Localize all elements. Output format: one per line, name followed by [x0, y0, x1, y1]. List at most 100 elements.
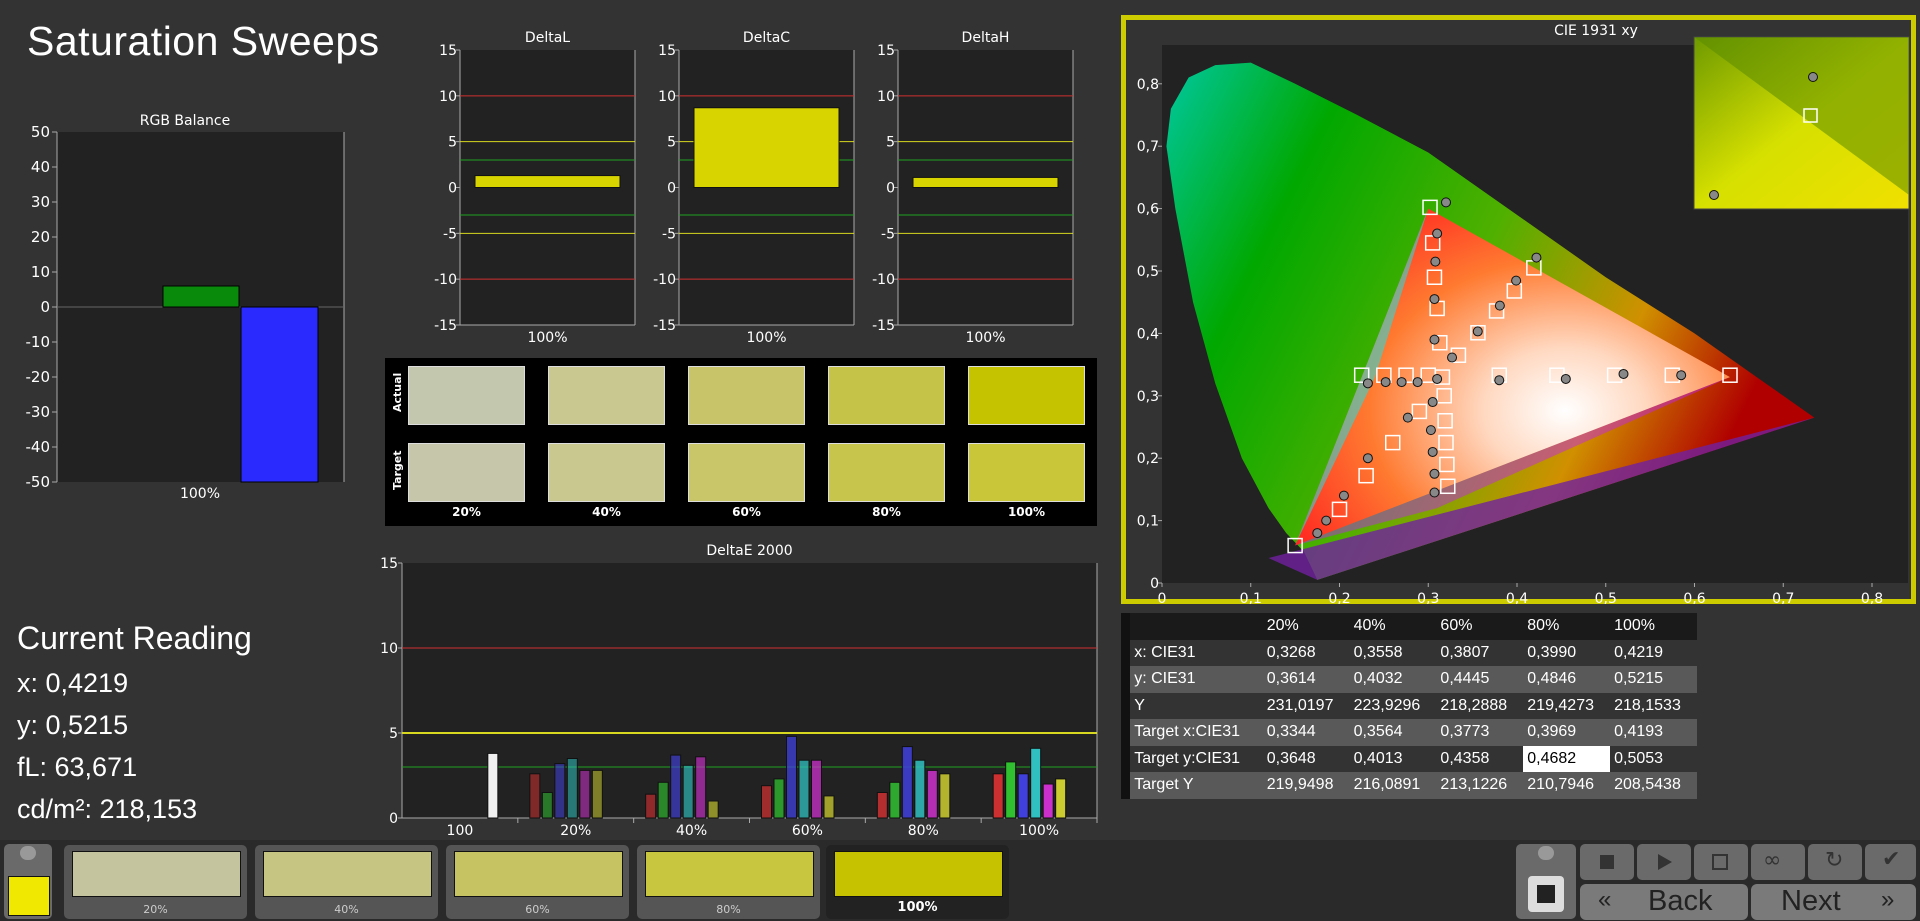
- ytick: -5: [443, 226, 457, 242]
- table-cell[interactable]: 231,0197: [1262, 692, 1350, 719]
- table-cell[interactable]: 0,5053: [1610, 745, 1697, 772]
- delta-e-title: DeltaE 2000: [706, 543, 792, 559]
- chevron-up-icon[interactable]: [20, 846, 36, 860]
- table-cell[interactable]: 0,4682: [1523, 745, 1611, 772]
- ytick: 5: [389, 726, 398, 742]
- table-cell[interactable]: 0,3344: [1262, 719, 1350, 746]
- row-label: y: CIE31: [1130, 666, 1263, 693]
- ytick: -15: [653, 318, 676, 334]
- group-label: 100%: [1019, 823, 1059, 839]
- table-cell[interactable]: 0,4032: [1349, 666, 1437, 693]
- stop-measure-button[interactable]: [1580, 844, 1634, 880]
- rgb-ytick: 20: [31, 228, 50, 246]
- table-cell[interactable]: 0,3969: [1523, 719, 1611, 746]
- table-cell[interactable]: 0,5215: [1610, 666, 1697, 693]
- measured-point: [1494, 300, 1505, 311]
- sweep-thumbnail[interactable]: 80%: [637, 845, 820, 919]
- measured-point: [1531, 252, 1542, 263]
- loop-button[interactable]: ∞: [1751, 844, 1805, 880]
- delta-e-bar: [926, 769, 938, 819]
- ytick: -10: [434, 272, 457, 288]
- table-cell[interactable]: 0,3558: [1349, 639, 1437, 666]
- chart-title: DeltaH: [962, 30, 1010, 46]
- swatch-label: 20%: [452, 505, 481, 519]
- inset-measured-point: [1709, 190, 1719, 200]
- table-cell[interactable]: 0,4193: [1610, 719, 1697, 746]
- table-cell[interactable]: 0,3614: [1262, 666, 1350, 693]
- y-tick: 0,4: [1137, 326, 1159, 342]
- delta-e-bar: [579, 769, 591, 819]
- sweep-thumbnail[interactable]: 20%: [64, 845, 247, 919]
- step-button[interactable]: [1694, 844, 1748, 880]
- actual-label: Actual: [391, 372, 404, 412]
- stop-icon: [1537, 885, 1555, 903]
- y-tick: 0,2: [1137, 451, 1159, 467]
- chevron-up-icon[interactable]: [1538, 846, 1554, 860]
- current-fl: fL: 63,671: [17, 752, 138, 782]
- delta-e-bar: [529, 773, 541, 819]
- target-swatch: [968, 443, 1085, 502]
- table-cell[interactable]: 219,9498: [1262, 772, 1350, 799]
- table-cell[interactable]: 0,3990: [1523, 639, 1611, 666]
- table-cell[interactable]: 0,4445: [1436, 666, 1524, 693]
- table-cell[interactable]: 219,4273: [1523, 692, 1611, 719]
- table-cell[interactable]: 213,1226: [1436, 772, 1524, 799]
- target-swatch: [688, 443, 805, 502]
- table-cell[interactable]: 0,4358: [1436, 745, 1524, 772]
- refresh-button[interactable]: ↻: [1808, 844, 1862, 880]
- table-cell[interactable]: 0,4219: [1610, 639, 1697, 666]
- confirm-button[interactable]: ✔: [1865, 844, 1916, 880]
- table-cell[interactable]: 216,0891: [1349, 772, 1437, 799]
- table-cell[interactable]: 0,4846: [1523, 666, 1611, 693]
- back-button[interactable]: « Back: [1580, 884, 1748, 920]
- rgb-ytick: 40: [31, 158, 50, 176]
- y-tick: 0,1: [1137, 514, 1159, 530]
- y-tick: 0,8: [1137, 77, 1159, 93]
- delta-e-bar: [1055, 778, 1067, 819]
- measured-point: [1676, 370, 1687, 381]
- row-label: Target y:CIE31: [1130, 745, 1263, 772]
- table-cell[interactable]: 0,3773: [1436, 719, 1524, 746]
- table-cell[interactable]: 208,5438: [1610, 772, 1697, 799]
- table-cell[interactable]: 218,1533: [1610, 692, 1697, 719]
- actual-swatch: [688, 366, 805, 425]
- group-label: 80%: [908, 823, 939, 839]
- chart-title: DeltaC: [743, 30, 790, 46]
- stop-button[interactable]: [1528, 876, 1564, 912]
- x-tick: 0,6: [1683, 591, 1705, 604]
- table-cell[interactable]: 0,4013: [1349, 745, 1437, 772]
- table-cell[interactable]: 0,3268: [1262, 639, 1350, 666]
- measured-point: [1412, 377, 1423, 388]
- thumbnail-label: 80%: [716, 903, 741, 916]
- sweep-thumbnail[interactable]: 100%: [826, 845, 1009, 919]
- measured-point: [1362, 378, 1373, 389]
- table-cell[interactable]: 0,3648: [1262, 745, 1350, 772]
- play-button[interactable]: [1637, 844, 1691, 880]
- swatch-panel: Actual Target 20% 40% 60% 80% 100%: [385, 358, 1097, 526]
- delta-e-bar: [487, 752, 499, 819]
- ytick: 10: [439, 89, 457, 105]
- x-tick: 0,5: [1595, 591, 1617, 604]
- sweep-thumbnail[interactable]: 60%: [446, 845, 629, 919]
- cie-title: CIE 1931 xy: [1554, 23, 1638, 39]
- table-cell[interactable]: 0,3564: [1349, 719, 1437, 746]
- sweep-thumbnail[interactable]: 40%: [255, 845, 438, 919]
- delta-e-bar: [914, 759, 926, 819]
- table-row: Target Y 219,9498 216,0891 213,1226 210,7946…: [1121, 772, 1697, 799]
- table-cell[interactable]: 223,9296: [1349, 692, 1437, 719]
- y-tick: 0,6: [1137, 202, 1159, 218]
- delta-e-bar: [695, 756, 707, 819]
- delta-e-bar: [773, 778, 785, 819]
- table-header: 80%: [1523, 613, 1611, 640]
- measured-point: [1338, 490, 1349, 501]
- delta-e-bar: [591, 769, 603, 819]
- ytick: 5: [448, 135, 457, 151]
- table-cell[interactable]: 218,2888: [1436, 692, 1524, 719]
- target-swatch: [408, 443, 525, 502]
- table-header: 100%: [1610, 613, 1697, 640]
- next-button[interactable]: Next »: [1751, 884, 1916, 920]
- table-cell[interactable]: 0,3807: [1436, 639, 1524, 666]
- table-cell[interactable]: 210,7946: [1523, 772, 1611, 799]
- ytick: 15: [877, 43, 895, 59]
- rgb-ytick: 0: [40, 298, 50, 316]
